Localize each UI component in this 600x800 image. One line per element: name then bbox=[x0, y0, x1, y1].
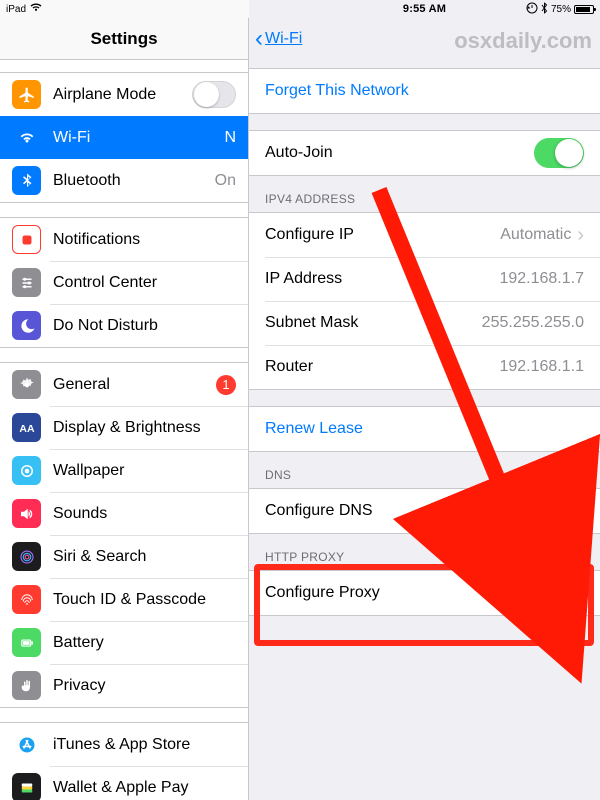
orientation-lock-icon bbox=[526, 2, 538, 17]
ipv4-header: IPV4 ADDRESS bbox=[249, 176, 600, 212]
display-icon: AA bbox=[12, 413, 41, 442]
sidebar-item-label: Siri & Search bbox=[53, 548, 236, 566]
airplane-toggle[interactable] bbox=[192, 81, 236, 108]
chevron-left-icon: ‹ bbox=[255, 27, 263, 51]
subnet-value: 255.255.255.0 bbox=[482, 314, 584, 332]
configure-dns-row[interactable]: Configure DNS Manual › bbox=[249, 489, 600, 533]
privacy-icon bbox=[12, 671, 41, 700]
sidebar-item-itunes[interactable]: iTunes & App Store bbox=[0, 723, 248, 766]
sidebar-item-label: Control Center bbox=[53, 274, 236, 292]
sidebar-item-label: Wi-Fi bbox=[53, 129, 224, 147]
sidebar-item-sounds[interactable]: Sounds bbox=[0, 492, 248, 535]
sidebar-item-dnd[interactable]: Do Not Disturb bbox=[0, 304, 248, 347]
sidebar-item-battery[interactable]: Battery bbox=[0, 621, 248, 664]
forget-network-button[interactable]: Forget This Network bbox=[249, 69, 600, 113]
sidebar-item-bluetooth[interactable]: Bluetooth On bbox=[0, 159, 248, 202]
bluetooth-icon bbox=[12, 166, 41, 195]
sounds-icon bbox=[12, 499, 41, 528]
sidebar-item-airplane[interactable]: Airplane Mode bbox=[0, 73, 248, 116]
siri-icon bbox=[12, 542, 41, 571]
sidebar-item-general[interactable]: General 1 bbox=[0, 363, 248, 406]
battery-icon bbox=[12, 628, 41, 657]
sidebar-item-label: Privacy bbox=[53, 677, 236, 695]
wifi-status-icon bbox=[30, 3, 42, 15]
wallet-icon bbox=[12, 773, 41, 800]
controlcenter-icon bbox=[12, 268, 41, 297]
sidebar-item-label: Notifications bbox=[53, 231, 236, 249]
router-value: 192.168.1.1 bbox=[499, 358, 584, 376]
sidebar-item-label: iTunes & App Store bbox=[53, 736, 236, 754]
chevron-right-icon: › bbox=[577, 582, 584, 605]
wifi-icon bbox=[12, 123, 41, 152]
autojoin-toggle[interactable] bbox=[534, 138, 584, 168]
proxy-header: HTTP PROXY bbox=[249, 534, 600, 570]
bluetooth-status-icon bbox=[541, 2, 548, 17]
ip-address-value: 192.168.1.7 bbox=[499, 270, 584, 288]
subnet-label: Subnet Mask bbox=[265, 314, 482, 332]
sidebar-item-siri[interactable]: Siri & Search bbox=[0, 535, 248, 578]
configure-proxy-row[interactable]: Configure Proxy Off › bbox=[249, 571, 600, 615]
wallpaper-icon bbox=[12, 456, 41, 485]
autojoin-label: Auto-Join bbox=[265, 144, 534, 162]
settings-title: Settings bbox=[90, 29, 157, 49]
autojoin-row: Auto-Join bbox=[249, 131, 600, 175]
subnet-row: Subnet Mask 255.255.255.0 bbox=[249, 301, 600, 345]
appstore-icon bbox=[12, 730, 41, 759]
sidebar-item-notifications[interactable]: Notifications bbox=[0, 218, 248, 261]
ip-address-row: IP Address 192.168.1.7 bbox=[249, 257, 600, 301]
notifications-icon bbox=[12, 225, 41, 254]
sidebar-item-label: Airplane Mode bbox=[53, 86, 192, 104]
moon-icon bbox=[12, 311, 41, 340]
sidebar-item-value: On bbox=[215, 172, 236, 190]
renew-lease-label: Renew Lease bbox=[265, 420, 584, 438]
update-badge: 1 bbox=[216, 375, 236, 395]
device-label: iPad bbox=[6, 4, 26, 15]
status-time: 9:55 AM bbox=[403, 3, 446, 15]
ip-address-label: IP Address bbox=[265, 270, 499, 288]
watermark: osxdaily.com bbox=[454, 28, 592, 54]
router-label: Router bbox=[265, 358, 499, 376]
sidebar-item-label: Bluetooth bbox=[53, 172, 215, 190]
sidebar-item-touchid[interactable]: Touch ID & Passcode bbox=[0, 578, 248, 621]
sidebar-item-value: N bbox=[224, 129, 236, 147]
sidebar-item-wallet[interactable]: Wallet & Apple Pay bbox=[0, 766, 248, 800]
configure-ip-row[interactable]: Configure IP Automatic › bbox=[249, 213, 600, 257]
battery-icon bbox=[574, 5, 594, 14]
chevron-right-icon: › bbox=[577, 224, 584, 247]
sidebar-item-label: Touch ID & Passcode bbox=[53, 591, 236, 609]
configure-proxy-value: Off bbox=[550, 584, 571, 602]
sidebar-item-privacy[interactable]: Privacy bbox=[0, 664, 248, 707]
sidebar-item-label: Wallpaper bbox=[53, 462, 236, 480]
gear-icon bbox=[12, 370, 41, 399]
configure-ip-label: Configure IP bbox=[265, 226, 500, 244]
forget-network-label: Forget This Network bbox=[265, 82, 584, 100]
battery-pct: 75% bbox=[551, 4, 571, 15]
sidebar-item-label: Do Not Disturb bbox=[53, 317, 236, 335]
configure-dns-label: Configure DNS bbox=[265, 502, 519, 520]
renew-lease-button[interactable]: Renew Lease bbox=[249, 407, 600, 451]
sidebar-item-label: Battery bbox=[53, 634, 236, 652]
airplane-icon bbox=[12, 80, 41, 109]
back-button[interactable]: ‹ Wi-Fi bbox=[255, 18, 302, 60]
svg-text:AA: AA bbox=[19, 422, 35, 434]
sidebar-item-wallpaper[interactable]: Wallpaper bbox=[0, 449, 248, 492]
configure-ip-value: Automatic bbox=[500, 226, 571, 244]
sidebar-item-label: Sounds bbox=[53, 505, 236, 523]
configure-proxy-label: Configure Proxy bbox=[265, 584, 550, 602]
sidebar-item-label: General bbox=[53, 376, 216, 394]
sidebar-item-wifi[interactable]: Wi-Fi N bbox=[0, 116, 248, 159]
router-row: Router 192.168.1.1 bbox=[249, 345, 600, 389]
fingerprint-icon bbox=[12, 585, 41, 614]
sidebar-item-label: Wallet & Apple Pay bbox=[53, 779, 236, 797]
sidebar-item-display[interactable]: AA Display & Brightness bbox=[0, 406, 248, 449]
sidebar-item-controlcenter[interactable]: Control Center bbox=[0, 261, 248, 304]
chevron-right-icon: › bbox=[577, 500, 584, 523]
back-label: Wi-Fi bbox=[265, 30, 302, 48]
sidebar-item-label: Display & Brightness bbox=[53, 419, 236, 437]
dns-header: DNS bbox=[249, 452, 600, 488]
configure-dns-value: Manual bbox=[519, 502, 571, 520]
